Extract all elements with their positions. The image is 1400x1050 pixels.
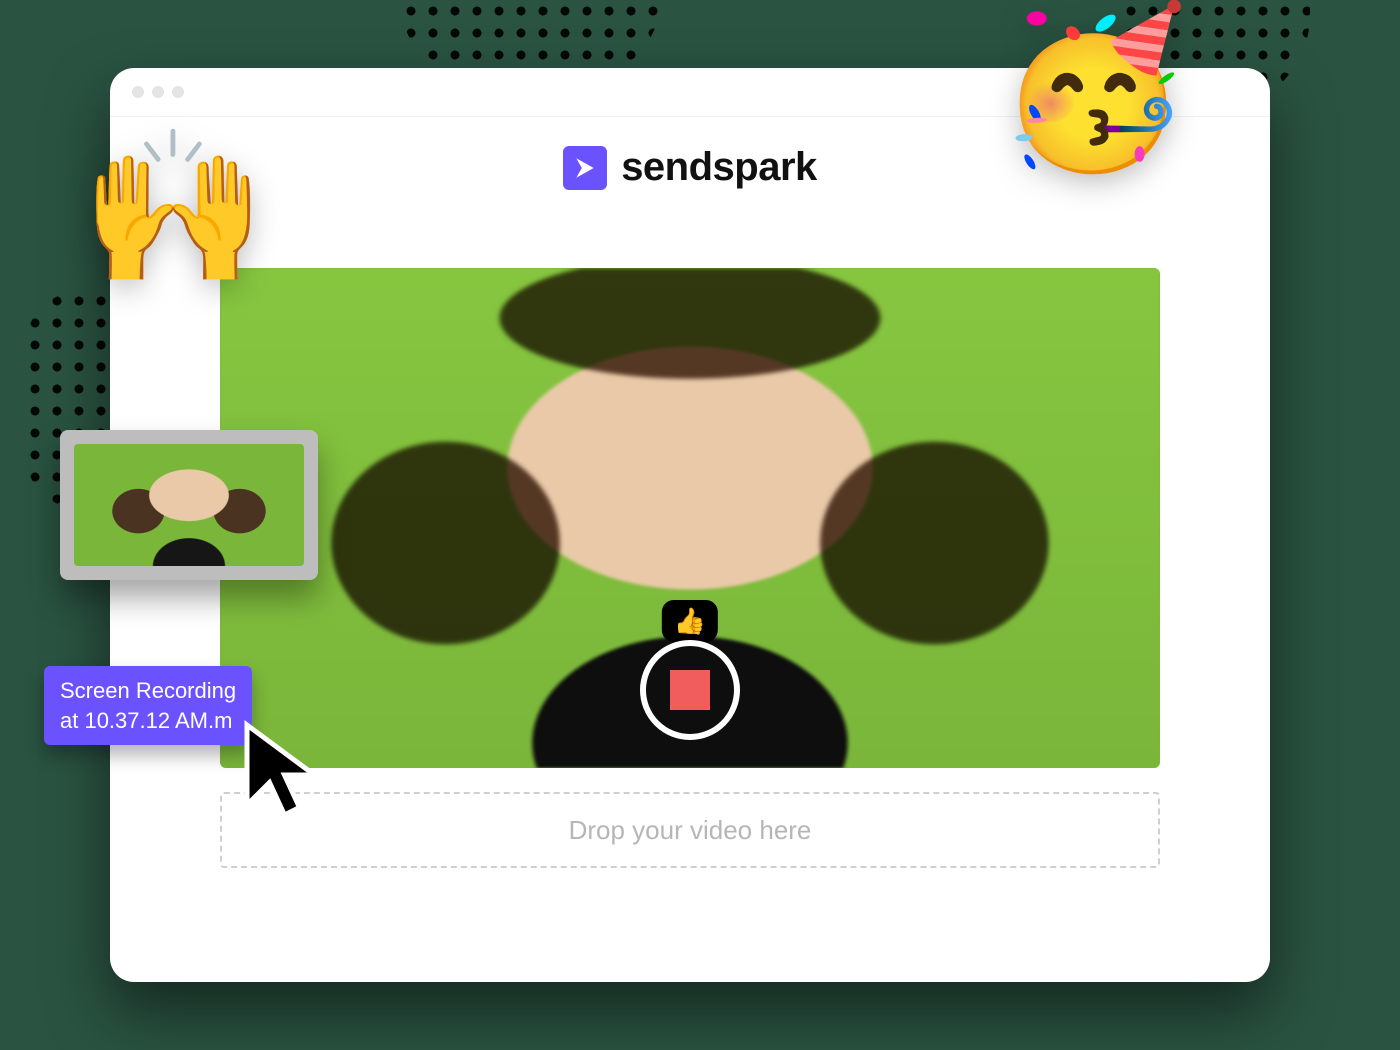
reaction-tooltip: 👍 xyxy=(662,600,718,642)
thumbs-up-icon: 👍 xyxy=(674,606,706,636)
stop-icon xyxy=(670,670,710,710)
video-dropzone[interactable]: Drop your video here xyxy=(220,792,1160,868)
dragged-file-name: Screen Recording at 10.37.12 AM.m xyxy=(44,666,252,745)
file-thumbnail xyxy=(74,444,304,566)
traffic-light-icon xyxy=(172,86,184,98)
cursor-icon xyxy=(242,720,322,820)
video-preview: 👍 xyxy=(220,268,1160,768)
brand-logo-icon xyxy=(563,146,607,190)
record-stop-button[interactable] xyxy=(640,640,740,740)
traffic-light-icon xyxy=(152,86,164,98)
traffic-light-icon xyxy=(132,86,144,98)
party-face-emoji-icon: 🥳 xyxy=(997,10,1190,165)
dropzone-prompt: Drop your video here xyxy=(569,815,812,846)
stage: sendspark 👍 Drop your video here Screen … xyxy=(0,0,1400,1050)
dragged-file-card[interactable] xyxy=(60,430,318,580)
raising-hands-emoji-icon: 🙌 xyxy=(80,132,267,282)
brand-name: sendspark xyxy=(621,145,817,190)
